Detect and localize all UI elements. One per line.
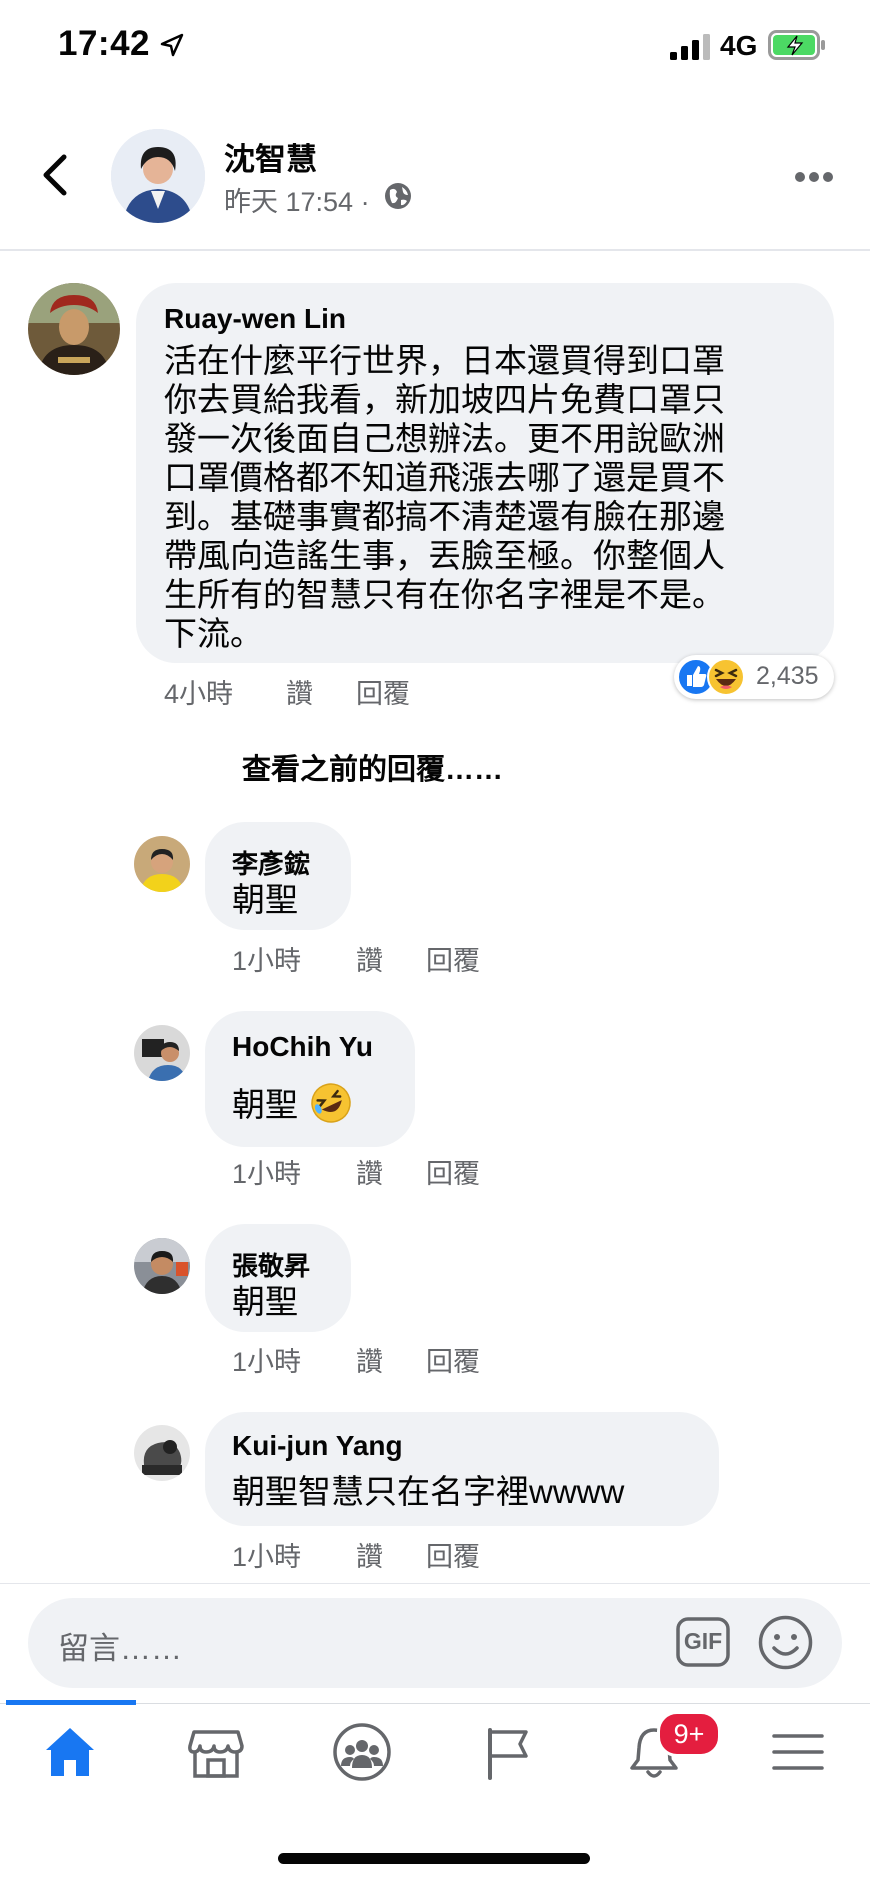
status-time: 17:42 [58,24,151,63]
comment-line: 發一次後面自己想辦法。更不用說歐洲 [164,420,725,457]
reply-text: 朝聖 [232,881,298,918]
comment-line: 到。基礎事實都搞不清楚還有臉在那邊 [164,498,725,535]
haha-reaction-icon [707,658,745,696]
groups-icon[interactable] [332,1722,392,1782]
comment-line: 你去買給我看，新加坡四片免費口罩只 [164,381,725,418]
signal-strength-icon [670,34,710,60]
comment-input-placeholder: 留言…… [58,1631,182,1666]
home-icon[interactable] [40,1722,100,1782]
reply-actions: 1小時 讚 回覆 [232,939,532,976]
reply-actions: 1小時 讚 回覆 [232,1535,532,1572]
reply-time: 1小時 [232,1347,302,1377]
comment-line: 活在什麼平行世界，日本還買得到口罩 [164,342,725,379]
comment-time: 4小時 [164,679,234,709]
view-previous-replies-link[interactable]: 查看之前的回覆…… [242,746,503,788]
reply-actions: 1小時 讚 回覆 [232,1340,532,1377]
network-type: 4G [720,30,758,61]
like-button[interactable]: 讚 [356,1152,383,1191]
home-indicator [278,1853,590,1864]
page-name[interactable]: 沈智慧 [224,134,317,179]
menu-icon[interactable] [768,1722,828,1782]
reply-time: 1小時 [232,946,302,976]
reply-bubble[interactable]: 李彥鋐 朝聖 [205,822,351,930]
reply-time: 1小時 [232,1159,302,1189]
active-tab-indicator [6,1700,136,1705]
reply-button[interactable]: 回覆 [426,1152,480,1191]
reply-bubble[interactable]: HoChih Yu 朝聖 [205,1011,415,1147]
reaction-summary[interactable]: 2,435 [674,655,834,699]
rofl-emoji-icon [311,1083,351,1123]
comment-bubble[interactable]: Ruay-wen Lin 活在什麼平行世界，日本還買得到口罩 你去買給我看，新加… [136,283,834,663]
reply-text: 朝聖 [232,1086,298,1123]
like-button[interactable]: 讚 [356,939,383,978]
reply-author[interactable]: 張敬昇 [232,1246,310,1283]
reply-button[interactable]: 回覆 [426,1535,480,1574]
comment-line: 下流。 [164,615,263,652]
reply-button[interactable]: 回覆 [356,672,410,711]
post-timestamp: 昨天 17:54 · [224,187,370,217]
reply-avatar[interactable] [134,1238,190,1294]
reply-author[interactable]: Kui-jun Yang [232,1430,403,1462]
comment-actions: 4小時 讚 回覆 [164,672,564,709]
gif-label: GIF [683,1628,723,1654]
reply-author[interactable]: HoChih Yu [232,1031,373,1063]
reply-bubble[interactable]: Kui-jun Yang 朝聖智慧只在名字裡wwww [205,1412,719,1526]
reply-time: 1小時 [232,1542,302,1572]
reply-author[interactable]: 李彥鋐 [232,844,310,881]
gif-button[interactable]: GIF [676,1617,730,1667]
comment-author[interactable]: Ruay-wen Lin [164,303,346,335]
reply-button[interactable]: 回覆 [426,939,480,978]
globe-privacy-icon [385,183,411,209]
reply-actions: 1小時 讚 回覆 [232,1152,532,1189]
commenter-avatar[interactable] [28,283,120,375]
like-button[interactable]: 讚 [286,672,313,711]
back-chevron-icon[interactable] [40,152,70,198]
pages-flag-icon[interactable] [478,1722,538,1782]
reply-avatar[interactable] [134,1425,190,1481]
like-button[interactable]: 讚 [356,1340,383,1379]
location-arrow-icon [160,33,184,57]
reply-text: 朝聖 [232,1283,298,1320]
reply-avatar[interactable] [134,1025,190,1081]
page-avatar[interactable] [111,129,205,223]
comment-line: 帶風向造謠生事，丟臉至極。你整個人 [164,537,725,574]
comment-text: 活在什麼平行世界，日本還買得到口罩 你去買給我看，新加坡四片免費口罩只 發一次後… [164,341,725,653]
more-options-icon[interactable] [794,170,834,184]
battery-charging-icon [768,30,825,60]
emoji-smiley-icon[interactable] [758,1615,813,1670]
comment-line: 生所有的智慧只有在你名字裡是不是。 [164,576,725,613]
notification-badge: 9+ [657,1711,721,1757]
reply-bubble[interactable]: 張敬昇 朝聖 [205,1224,351,1332]
header-divider [0,249,870,251]
reply-avatar[interactable] [134,836,190,892]
reply-text: 朝聖智慧只在名字裡wwww [232,1473,625,1510]
like-button[interactable]: 讚 [356,1535,383,1574]
reaction-count: 2,435 [756,662,819,690]
comment-line: 口罩價格都不知道飛漲去哪了還是買不 [164,459,725,496]
reply-button[interactable]: 回覆 [426,1340,480,1379]
composer-divider [0,1583,870,1584]
marketplace-icon[interactable] [186,1722,246,1782]
